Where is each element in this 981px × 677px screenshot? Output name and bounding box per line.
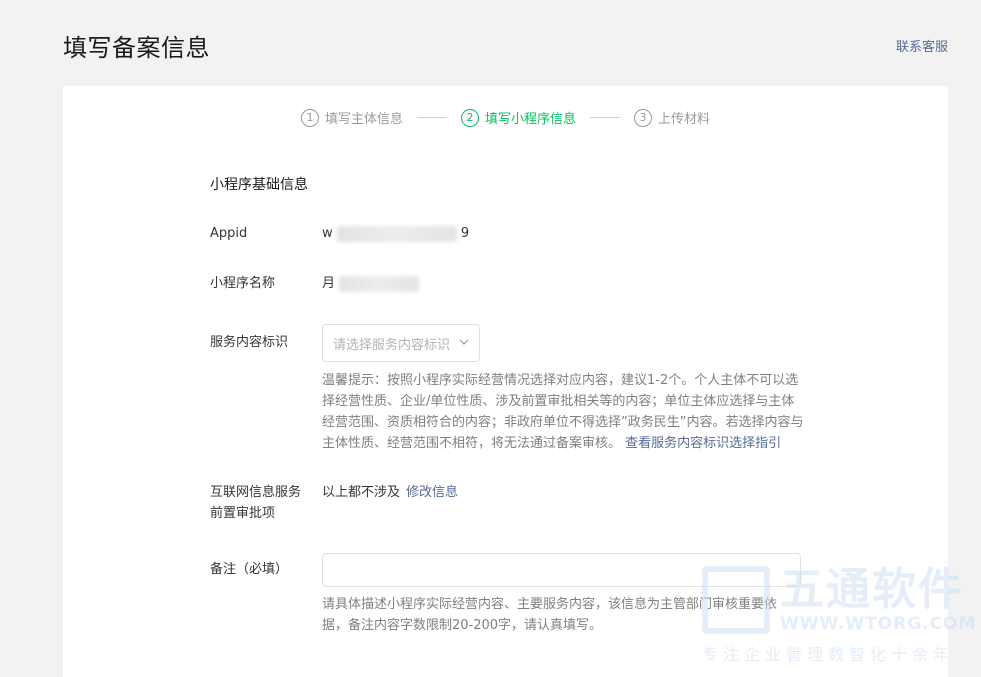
remark-input[interactable]: [322, 553, 801, 587]
name-label: 小程序名称: [210, 276, 276, 291]
appid-label: Appid: [210, 226, 248, 241]
service-select[interactable]: 请选择服务内容标识: [322, 324, 480, 362]
chevron-down-icon: [459, 339, 469, 345]
appid-value-suffix: 9: [460, 226, 470, 241]
service-label: 服务内容标识: [210, 335, 289, 350]
remark-hint: 请具体描述小程序实际经营内容、主要服务内容，该信息为主管部门审核重要依据，备注内…: [322, 597, 778, 633]
step-1: 1 填写主体信息: [300, 108, 403, 127]
appid-value: w 9: [322, 223, 469, 244]
step-1-number: 1: [300, 108, 319, 127]
page-title: 填写备案信息: [63, 34, 210, 62]
step-3-label: 上传材料: [658, 112, 711, 127]
section-title: 小程序基础信息: [210, 177, 308, 193]
remark-label: 备注（必填）: [210, 562, 289, 577]
name-value-prefix: 月: [322, 276, 336, 291]
step-indicator: 1 填写主体信息 2 填写小程序信息 3 上传材料: [63, 108, 948, 127]
approval-label: 互联网信息服务前置审批项: [210, 485, 302, 521]
edit-info-link[interactable]: 修改信息: [406, 485, 458, 500]
step-1-label: 填写主体信息: [324, 112, 403, 127]
appid-value-prefix: w: [322, 226, 333, 241]
redacted-blur: [339, 275, 420, 292]
service-hint: 温馨提示：按照小程序实际经营情况选择对应内容，建议1-2个。个人主体不可以选择经…: [322, 370, 807, 454]
name-value: 月: [322, 273, 420, 294]
step-2: 2 填写小程序信息: [460, 108, 576, 127]
step-2-number: 2: [460, 108, 479, 127]
form-card: 1 填写主体信息 2 填写小程序信息 3 上传材料 小程序基础信息 Appid …: [63, 86, 948, 677]
step-3-number: 3: [634, 108, 652, 127]
contact-support-link[interactable]: 联系客服: [896, 36, 948, 55]
approval-value: 以上都不涉及 修改信息: [322, 482, 458, 503]
approval-value-text: 以上都不涉及: [322, 485, 401, 500]
service-select-placeholder: 请选择服务内容标识: [333, 337, 451, 353]
service-guide-link[interactable]: 查看服务内容标识选择指引: [625, 436, 781, 451]
step-divider: [416, 117, 447, 118]
step-2-label: 填写小程序信息: [484, 112, 576, 127]
redacted-blur: [336, 225, 457, 242]
step-divider: [590, 117, 620, 118]
step-3: 3 上传材料: [634, 108, 710, 127]
